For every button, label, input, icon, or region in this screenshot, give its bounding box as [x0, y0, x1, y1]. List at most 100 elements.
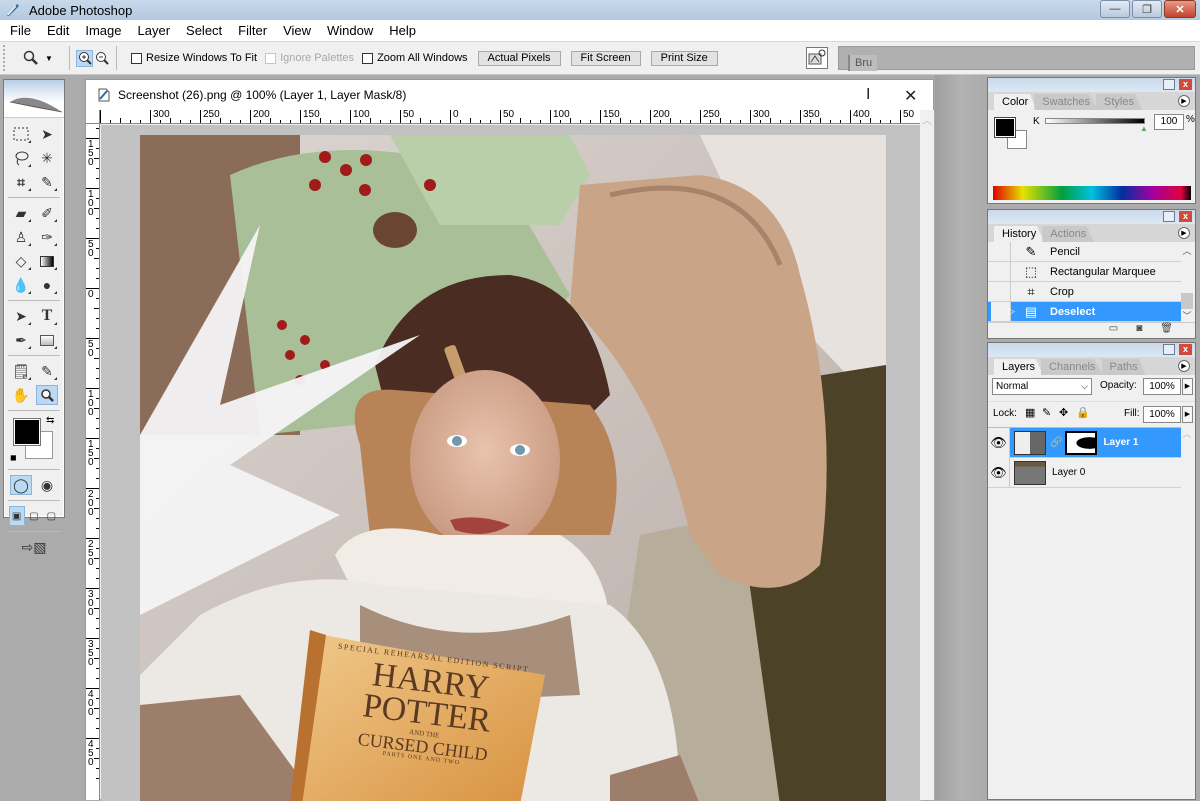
- vertical-ruler[interactable]: 20015010050050100150200250300350400450: [86, 124, 100, 800]
- new-document-from-state-icon[interactable]: ▭: [1109, 323, 1118, 338]
- panel-minimize-button[interactable]: [1163, 344, 1175, 355]
- history-brush-tool[interactable]: ✑: [36, 227, 58, 247]
- type-tool[interactable]: T: [36, 306, 58, 326]
- close-button[interactable]: ✕: [1164, 0, 1196, 18]
- layer-name[interactable]: Layer 0: [1052, 467, 1085, 478]
- scroll-up-icon[interactable]: ︿: [920, 112, 934, 127]
- checkbox-box[interactable]: [131, 52, 142, 64]
- canvas-area[interactable]: SPECIAL REHEARSAL EDITION SCRIPT HARRY P…: [101, 125, 921, 801]
- panel-foreground-color[interactable]: [994, 117, 1016, 138]
- file-browser-button[interactable]: [806, 47, 828, 69]
- hand-tool[interactable]: ✋: [10, 385, 32, 405]
- print-size-button[interactable]: Print Size: [650, 50, 718, 66]
- full-screen-menu-mode[interactable]: ▢: [26, 506, 42, 526]
- panel-close-button[interactable]: x: [1179, 79, 1192, 90]
- gradient-tool[interactable]: [36, 251, 58, 271]
- restore-button[interactable]: ❐: [1132, 0, 1162, 18]
- lasso-tool[interactable]: [10, 148, 32, 168]
- foreground-color[interactable]: [13, 418, 41, 446]
- menu-help[interactable]: Help: [381, 20, 424, 41]
- notes-tool[interactable]: 🗒: [10, 361, 32, 381]
- tab-channels[interactable]: Channels: [1041, 359, 1104, 375]
- trash-icon[interactable]: 🗑: [1160, 323, 1173, 338]
- history-item[interactable]: ⬚ Rectangular Marquee: [988, 262, 1181, 282]
- history-scrollbar[interactable]: ︿ ﹀: [1181, 244, 1193, 324]
- slider-handle-icon[interactable]: ▲: [1140, 124, 1148, 133]
- quick-mask-mode-button[interactable]: ◉: [36, 475, 58, 495]
- minimize-button[interactable]: —: [1100, 0, 1130, 18]
- menu-edit[interactable]: Edit: [39, 20, 77, 41]
- zoom-all-windows-checkbox[interactable]: Zoom All Windows: [362, 52, 468, 64]
- history-snapshot-toggle[interactable]: [991, 242, 1011, 261]
- menu-file[interactable]: File: [2, 20, 39, 41]
- zoom-tool[interactable]: [36, 385, 58, 405]
- resize-windows-to-fit-checkbox[interactable]: Resize Windows To Fit: [131, 52, 257, 64]
- scroll-up-icon[interactable]: ︿: [1181, 244, 1193, 257]
- layer-row-layer-1[interactable]: 👁 🔗 Layer 1: [988, 427, 1181, 458]
- menu-filter[interactable]: Filter: [230, 20, 275, 41]
- document-title-bar[interactable]: Screenshot (26).png @ 100% (Layer 1, Lay…: [86, 80, 933, 110]
- opacity-slider-button[interactable]: ▶: [1182, 378, 1193, 395]
- history-item-selected[interactable]: ▷ ▤ Deselect: [988, 302, 1181, 322]
- lock-image-icon[interactable]: ✎: [1042, 406, 1051, 419]
- fill-slider-button[interactable]: ▶: [1182, 406, 1193, 423]
- dodge-tool[interactable]: ●: [36, 275, 58, 295]
- tab-actions[interactable]: Actions: [1042, 226, 1095, 242]
- checkbox-box[interactable]: [265, 52, 277, 64]
- tab-styles[interactable]: Styles: [1096, 94, 1142, 110]
- layer-name[interactable]: Layer 1: [1103, 437, 1138, 448]
- pen-tool[interactable]: ✒: [10, 330, 32, 350]
- menu-view[interactable]: View: [275, 20, 319, 41]
- panel-menu-button[interactable]: ▶: [1178, 227, 1190, 239]
- k-value-input[interactable]: 100: [1154, 114, 1184, 130]
- menu-image[interactable]: Image: [77, 20, 129, 41]
- tab-swatches[interactable]: Swatches: [1034, 94, 1098, 110]
- fit-screen-button[interactable]: Fit Screen: [570, 50, 641, 66]
- blend-mode-select[interactable]: Normal ⌵: [992, 378, 1092, 395]
- lock-all-icon[interactable]: 🔒: [1076, 406, 1090, 419]
- toolbox-header[interactable]: [4, 80, 64, 118]
- options-bar-grip[interactable]: [3, 45, 7, 71]
- standard-screen-mode[interactable]: ▣: [8, 506, 25, 526]
- actual-pixels-button[interactable]: Actual Pixels: [477, 50, 561, 66]
- checkbox-box[interactable]: [362, 52, 374, 64]
- move-tool[interactable]: ➤: [36, 124, 58, 144]
- ignore-palettes-checkbox[interactable]: Ignore Palettes: [265, 52, 354, 64]
- full-screen-mode[interactable]: ▢: [43, 506, 59, 526]
- tab-paths[interactable]: Paths: [1101, 359, 1146, 375]
- vertical-scrollbar[interactable]: ︿: [920, 110, 934, 800]
- document-minimize-button[interactable]: I: [866, 86, 870, 104]
- tab-layers[interactable]: Layers: [994, 359, 1044, 375]
- history-snapshot-toggle[interactable]: [991, 282, 1011, 301]
- menu-select[interactable]: Select: [178, 20, 230, 41]
- scroll-thumb[interactable]: [1181, 293, 1193, 309]
- k-slider[interactable]: [1045, 118, 1145, 124]
- visibility-eye-icon[interactable]: 👁: [988, 427, 1010, 458]
- panel-header[interactable]: x: [988, 78, 1195, 92]
- menu-window[interactable]: Window: [319, 20, 381, 41]
- palette-well-tab-brushes[interactable]: Bru: [848, 55, 878, 71]
- tool-preset-picker[interactable]: ▼: [23, 50, 63, 66]
- eyedropper-tool[interactable]: ✎: [36, 361, 58, 381]
- standard-mode-button[interactable]: ◯: [10, 475, 32, 495]
- zoom-out-button[interactable]: [93, 50, 110, 67]
- eraser-tool[interactable]: ◇: [10, 251, 32, 271]
- document-close-button[interactable]: ✕: [904, 86, 917, 106]
- panel-menu-button[interactable]: ▶: [1178, 95, 1190, 107]
- crop-tool[interactable]: ⌗: [10, 172, 32, 192]
- panel-minimize-button[interactable]: [1163, 211, 1175, 222]
- ruler-origin[interactable]: [86, 110, 100, 124]
- tab-color[interactable]: Color: [994, 94, 1037, 110]
- default-colors-icon[interactable]: ◼: [10, 453, 17, 462]
- slice-tool[interactable]: ✎: [36, 172, 58, 192]
- healing-brush-tool[interactable]: ▰: [10, 203, 32, 223]
- panel-header[interactable]: x: [988, 210, 1195, 224]
- history-snapshot-toggle[interactable]: [991, 262, 1011, 281]
- swap-colors-icon[interactable]: ⇆: [46, 415, 54, 426]
- panel-menu-button[interactable]: ▶: [1178, 360, 1190, 372]
- magic-wand-tool[interactable]: ✳: [36, 148, 58, 168]
- layer-mask-thumbnail[interactable]: [1065, 430, 1098, 455]
- history-item[interactable]: ✎ Pencil: [988, 242, 1181, 262]
- new-snapshot-icon[interactable]: ◙: [1136, 323, 1142, 338]
- fill-input[interactable]: 100%: [1143, 406, 1181, 423]
